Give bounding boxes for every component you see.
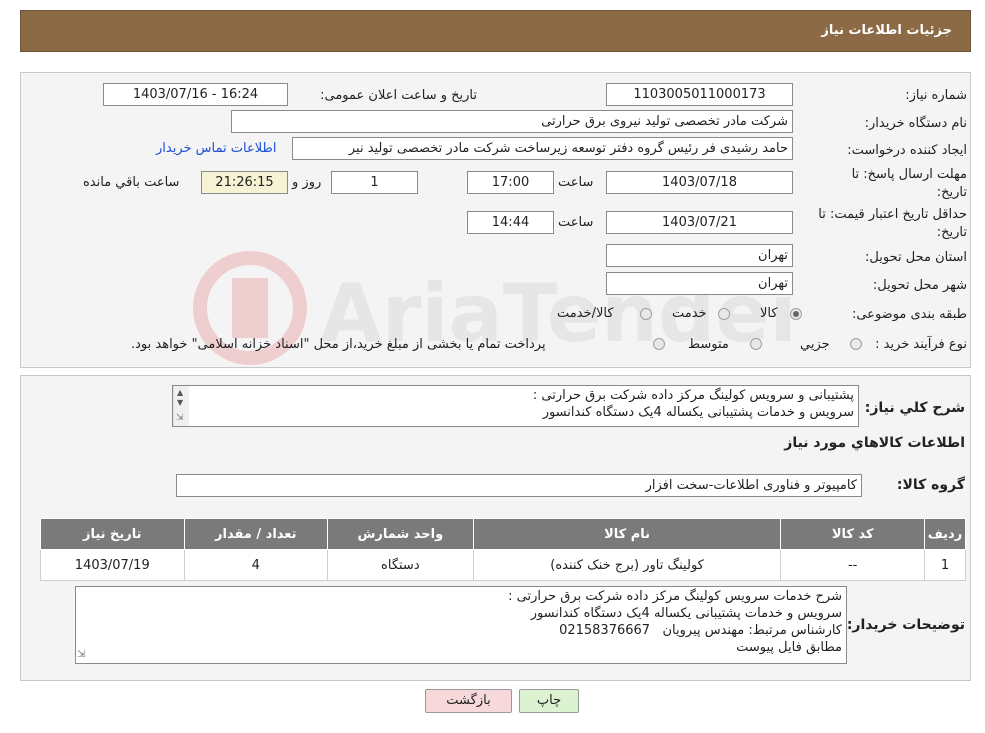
requester-field: حامد رشیدی فر رئیس گروه دفتر توسعه زیرسا… [292,137,793,160]
summary-line-2: سرویس و خدمات پشتیبانی یکساله 4یک دستگاه… [542,405,854,420]
goods-section-title: اطلاعات کالاهاي مورد نیاز [784,435,965,451]
col-header-unit: واحد شمارش [327,518,474,550]
buyer-notes-line-2: سرویس و خدمات پشتیبانی یکساله 4یک دستگاه… [530,606,842,621]
process-radio-medium[interactable] [750,338,762,350]
buyer-notes-line-1: شرح خدمات سرویس کولینگ مرکز داده شرکت بر… [508,589,842,604]
process-note: پرداخت تمام یا بخشی از مبلغ خرید،از محل … [131,337,546,352]
category-option-goods-service: کالا/خدمت [557,306,614,321]
buyer-notes-line-4: مطابق فایل پیوست [736,640,842,655]
back-button[interactable]: بازگشت [425,689,512,713]
cell-name: کولینگ تاور (برج خنک کننده) [472,549,782,581]
process-option-minor: جزیي [800,337,830,352]
goods-table-wrapper: ردیف کد کالا نام کالا واحد شمارش تعداد /… [40,518,967,581]
resize-grip-icon[interactable]: ⇲ [176,413,184,423]
validity-time-label: ساعت [558,215,594,230]
table-row: 1 -- کولینگ تاور (برج خنک کننده) دستگاه … [40,549,967,581]
need-number-label: شماره نیاز: [905,88,967,103]
deadline-label: مهلت ارسال پاسخ: تا [851,167,967,182]
validity-label-date: تاریخ: [936,225,967,240]
buyer-notes-label: توضیحات خریدار: [846,617,965,633]
summary-line-1: پشتیبانی و سرویس کولینگ مرکز داده شرکت ب… [532,388,854,403]
remaining-label: ساعت باقي مانده [83,175,180,190]
announce-datetime-field: 1403/07/16 - 16:24 [103,83,288,106]
province-field: تهران [606,244,793,267]
validity-label: حداقل تاریخ اعتبار قیمت: تا [818,207,967,222]
need-number-field: 1103005011000173 [606,83,793,106]
goods-group-field: کامپیوتر و فناوری اطلاعات-سخت افزار [176,474,862,497]
process-option-medium: متوسط [688,337,729,352]
days-label: روز و [292,175,322,190]
category-label: طبقه بندی موضوعی: [851,307,967,322]
deadline-time-label: ساعت [558,175,594,190]
col-header-row-number: ردیف [923,518,967,550]
validity-time-field: 14:44 [467,211,554,234]
cell-date: 1403/07/19 [40,549,185,581]
col-header-quantity: تعداد / مقدار [183,518,329,550]
cell-code: -- [780,549,925,581]
print-button[interactable]: چاپ [519,689,579,713]
col-header-name: نام کالا [472,518,782,550]
requester-label: ایجاد کننده درخواست: [847,143,967,158]
buyer-contact-link[interactable]: اطلاعات تماس خریدار [156,141,276,156]
deadline-label-date: تاریخ: [936,185,967,200]
city-label: شهر محل تحویل: [872,278,967,293]
process-radio-treasury[interactable] [653,338,665,350]
process-label: نوع فرآیند خرید : [875,337,967,352]
cell-unit: دستگاه [327,549,474,581]
deadline-date-field: 1403/07/18 [606,171,793,194]
buyer-notes-textarea[interactable]: شرح خدمات سرویس کولینگ مرکز داده شرکت بر… [75,586,847,664]
category-radio-goods-service[interactable] [640,308,652,320]
scroll-up-icon[interactable]: ▲ [177,388,183,397]
goods-table: ردیف کد کالا نام کالا واحد شمارش تعداد /… [40,518,967,581]
deadline-time-field: 17:00 [467,171,554,194]
category-option-goods: کالا [760,306,778,321]
province-label: استان محل تحویل: [865,250,967,265]
summary-textarea[interactable]: پشتیبانی و سرویس کولینگ مرکز داده شرکت ب… [172,385,859,427]
page-title: جزئیات اطلاعات نیاز [821,23,952,38]
validity-date-field: 1403/07/21 [606,211,793,234]
cell-quantity: 4 [183,549,329,581]
resize-grip-icon[interactable]: ⇲ [77,649,85,660]
days-field: 1 [331,171,418,194]
buyer-org-field: شرکت مادر تخصصی تولید نیروی برق حرارتی [231,110,793,133]
buyer-org-label: نام دستگاه خریدار: [864,116,967,131]
col-header-date: تاریخ نیاز [40,518,185,550]
buyer-notes-line-3: کارشناس مرتبط: مهندس پیرویان 02158376667 [559,623,842,638]
announce-label: تاریخ و ساعت اعلان عمومی: [320,88,477,103]
category-option-service: خدمت [672,306,707,321]
category-radio-goods[interactable] [790,308,802,320]
remaining-time-field: 21:26:15 [201,171,288,194]
scroll-down-icon[interactable]: ▼ [177,398,183,407]
process-radio-minor[interactable] [850,338,862,350]
cell-row-number: 1 [923,549,967,581]
col-header-code: کد کالا [780,518,925,550]
summary-scrollbar[interactable]: ▲ ▼ ⇲ [173,386,189,426]
category-radio-service[interactable] [718,308,730,320]
table-header-row: ردیف کد کالا نام کالا واحد شمارش تعداد /… [40,518,967,550]
summary-label: شرح کلي نیاز: [864,400,965,416]
page-header: جزئیات اطلاعات نیاز [20,10,971,52]
city-field: تهران [606,272,793,295]
goods-group-label: گروه کالا: [896,477,965,493]
